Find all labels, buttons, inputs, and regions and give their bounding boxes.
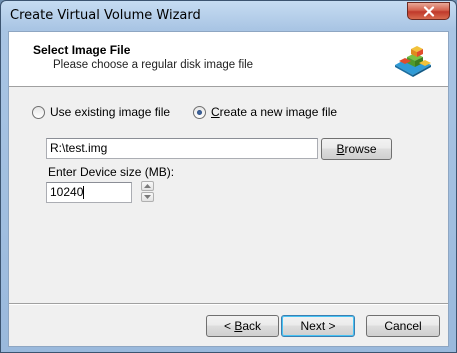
cube-stack-icon (395, 46, 431, 77)
spin-up-button[interactable] (141, 181, 154, 191)
next-button[interactable]: Next > (281, 315, 355, 337)
title-bar[interactable]: Create Virtual Volume Wizard (1, 1, 456, 31)
wizard-window: Create Virtual Volume Wizard Select Imag… (0, 0, 457, 353)
back-button[interactable]: < Back (206, 315, 279, 337)
browse-button[interactable]: Browse (321, 138, 392, 160)
use-existing-option[interactable]: Use existing image file (32, 104, 170, 120)
create-new-radio[interactable] (193, 105, 206, 119)
page-title: Select Image File (33, 43, 131, 57)
create-new-option[interactable]: Create a new image file (193, 104, 337, 120)
use-existing-label: Use existing image file (50, 105, 171, 119)
device-size-input[interactable]: 10240 (46, 182, 132, 203)
spin-down-button[interactable] (141, 192, 154, 202)
window-title: Create Virtual Volume Wizard (10, 8, 201, 23)
create-new-label: Create a new image file (211, 105, 338, 119)
close-icon (423, 5, 434, 17)
chevron-down-icon (144, 195, 151, 199)
device-size-label: Enter Device size (MB): (48, 165, 175, 179)
chevron-up-icon (144, 184, 151, 188)
close-button[interactable] (407, 2, 450, 20)
cancel-button[interactable]: Cancel (366, 315, 440, 337)
use-existing-radio[interactable] (32, 105, 45, 119)
page-subtitle: Please choose a regular disk image file (53, 59, 254, 71)
image-path-input[interactable]: R:\test.img (46, 138, 318, 159)
wizard-header: Select Image File Please choose a regula… (9, 32, 448, 87)
wizard-client-area: Select Image File Please choose a regula… (8, 31, 449, 347)
text-caret (83, 186, 85, 200)
